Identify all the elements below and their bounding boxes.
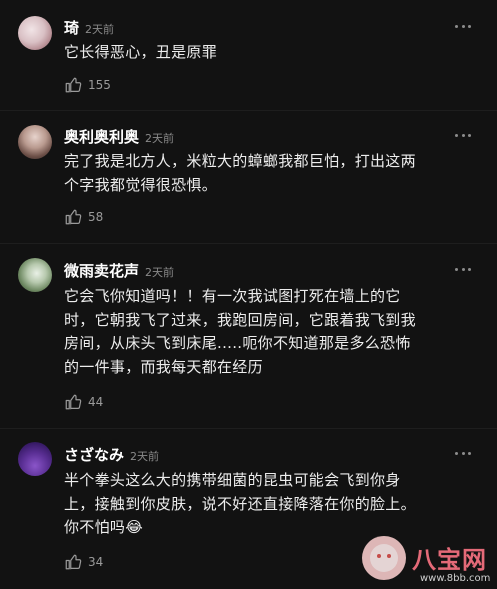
like-button[interactable]: 58 [64, 208, 103, 226]
like-button[interactable]: 44 [64, 393, 103, 411]
avatar[interactable] [18, 442, 52, 476]
like-count: 58 [88, 210, 104, 224]
watermark-logo-icon [362, 536, 406, 580]
more-options-icon[interactable] [455, 23, 471, 29]
comment-time: 2天前 [145, 132, 175, 145]
more-options-icon[interactable] [455, 266, 471, 272]
thumbs-up-icon [65, 77, 82, 93]
comment-time: 2天前 [145, 266, 175, 279]
like-button[interactable]: 34 [64, 553, 103, 571]
more-options-icon[interactable] [455, 450, 471, 456]
comment-text: 完了我是北方人，米粒大的蟑螂我都巨怕，打出这两 个字我都觉得很恐惧。 [64, 152, 416, 194]
like-count: 34 [88, 555, 104, 569]
comment-time: 2天前 [85, 23, 115, 36]
thumbs-up-icon [65, 394, 82, 410]
watermark-url: www.8bb.com [420, 573, 491, 584]
more-options-icon[interactable] [455, 132, 471, 138]
like-count: 44 [88, 395, 104, 409]
avatar[interactable] [18, 258, 52, 292]
avatar[interactable] [18, 16, 52, 50]
watermark-brand: 八宝网 [412, 546, 487, 574]
like-button[interactable]: 155 [64, 76, 111, 94]
comment-text: 它会飞你知道吗！！有一次我试图打死在墙上的它 时，它朝我飞了过来，我跑回房间，它… [64, 287, 416, 376]
comment-username[interactable]: さざなみ 2天前 [64, 444, 159, 465]
comment-text: 半个拳头这么大的携带细菌的昆虫可能会飞到你身 上，接触到你皮肤，说不好还直接降落… [64, 471, 416, 536]
comment-username[interactable]: 琦 2天前 [64, 17, 114, 38]
comment-username[interactable]: 微雨卖花声 2天前 [64, 260, 174, 281]
thumbs-up-icon [65, 554, 82, 570]
comment-time: 2天前 [130, 450, 160, 463]
avatar[interactable] [18, 125, 52, 159]
comment-username[interactable]: 奥利奥利奥 2天前 [64, 126, 174, 147]
divider [0, 243, 497, 244]
divider [0, 110, 497, 111]
thumbs-up-icon [65, 209, 82, 225]
comment-text: 它长得恶心，丑是原罪 [64, 43, 218, 61]
like-count: 155 [88, 78, 111, 92]
divider [0, 428, 497, 429]
